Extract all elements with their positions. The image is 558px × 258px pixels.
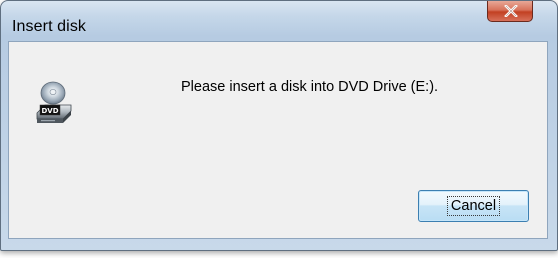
title-bar[interactable]: Insert disk bbox=[1, 1, 557, 41]
close-button[interactable] bbox=[487, 1, 533, 22]
window-title: Insert disk bbox=[12, 18, 87, 35]
dialog-body: DVD Please insert a disk into DVD Drive … bbox=[8, 41, 548, 239]
cancel-button[interactable]: Cancel bbox=[418, 190, 529, 222]
dvd-logo-text: DVD bbox=[41, 107, 58, 115]
cancel-button-label: Cancel bbox=[446, 196, 501, 216]
dialog-message: Please insert a disk into DVD Drive (E:)… bbox=[181, 79, 439, 95]
close-icon bbox=[504, 5, 518, 17]
dvd-drive-icon: DVD bbox=[36, 81, 72, 123]
insert-disk-dialog: Insert disk DVD Please insert a disk int… bbox=[0, 0, 558, 251]
